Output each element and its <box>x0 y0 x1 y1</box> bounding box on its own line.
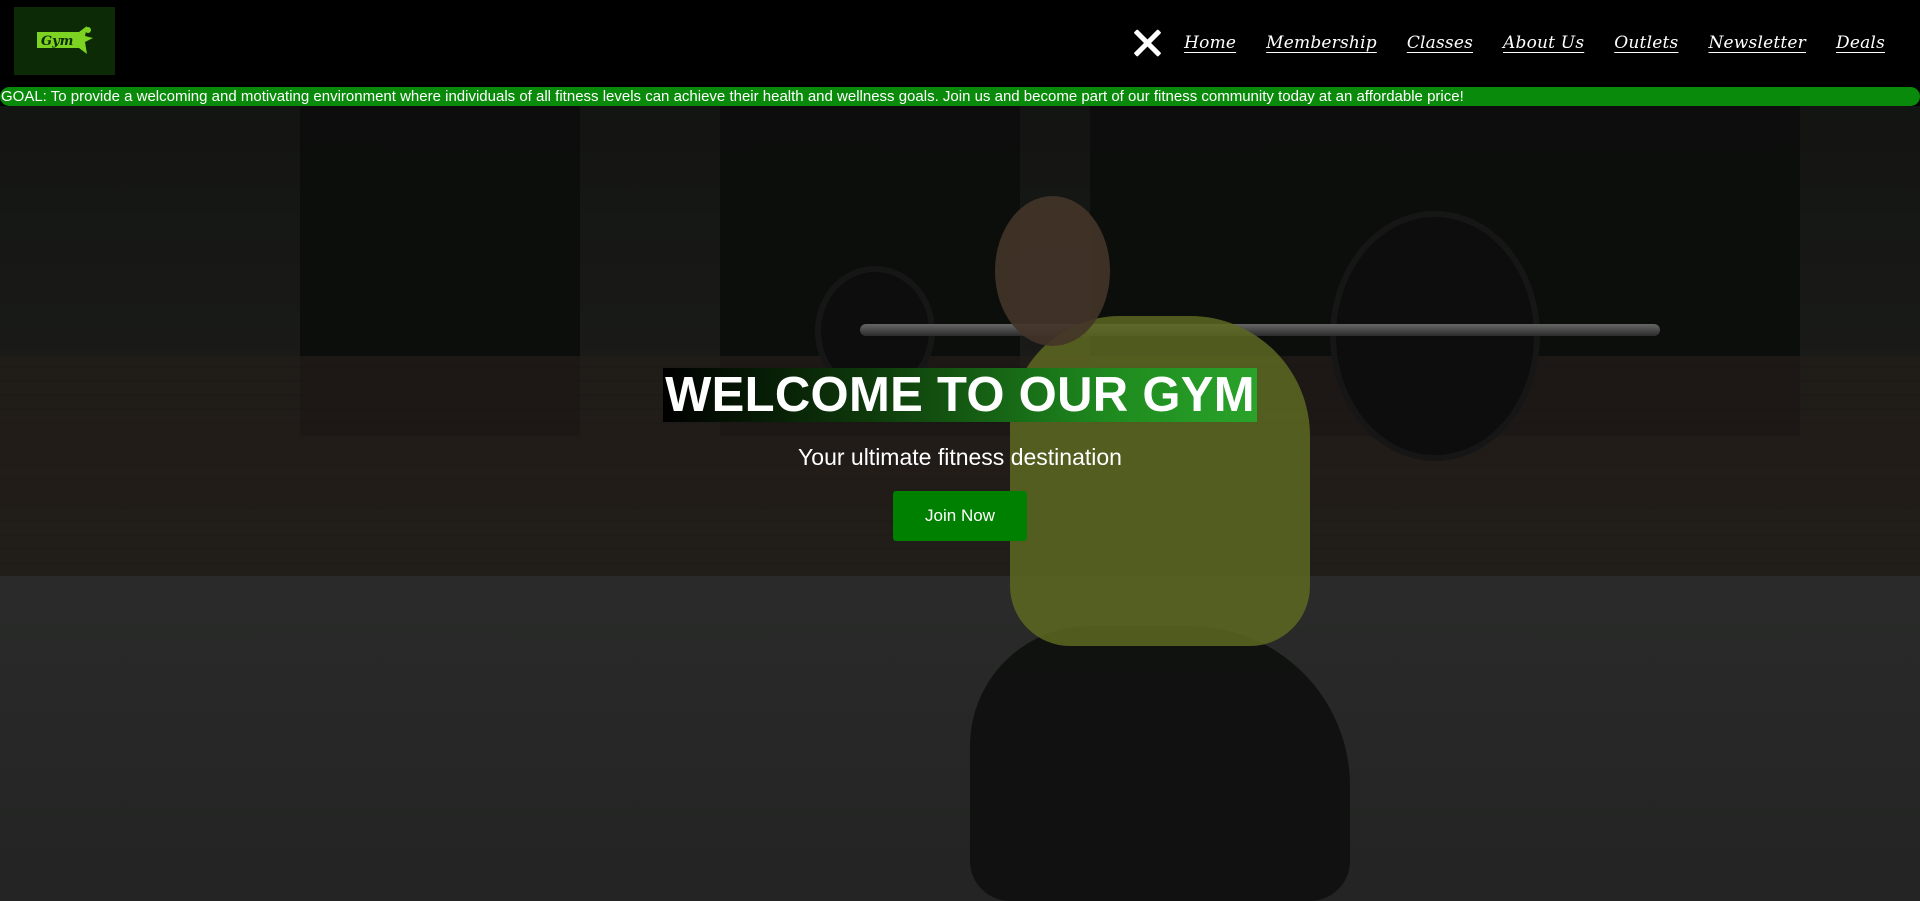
hero-section: WELCOME TO OUR GYM Your ultimate fitness… <box>0 106 1920 901</box>
nav-classes[interactable]: Classes <box>1407 33 1473 53</box>
main-nav: Home Membership Classes About Us Outlets… <box>1132 26 1885 60</box>
join-now-button[interactable]: Join Now <box>893 491 1027 541</box>
goal-ticker-text: GOAL: To provide a welcoming and motivat… <box>1 88 1464 105</box>
nav-newsletter[interactable]: Newsletter <box>1708 33 1806 53</box>
gym-logo-icon: Gym <box>36 26 93 54</box>
nav-outlets[interactable]: Outlets <box>1614 33 1678 53</box>
gym-logo[interactable]: Gym <box>14 7 115 75</box>
goal-ticker: GOAL: To provide a welcoming and motivat… <box>0 87 1920 106</box>
nav-membership[interactable]: Membership <box>1266 33 1377 53</box>
site-header: Gym Home Membership Classes About Us Out… <box>0 0 1920 85</box>
nav-about-us[interactable]: About Us <box>1503 33 1584 53</box>
close-icon[interactable] <box>1132 28 1162 58</box>
logo-text: Gym <box>41 34 73 49</box>
nav-home[interactable]: Home <box>1184 33 1236 53</box>
nav-deals[interactable]: Deals <box>1836 33 1885 53</box>
hero-title: WELCOME TO OUR GYM <box>663 368 1257 422</box>
hero-subtitle: Your ultimate fitness destination <box>798 444 1122 470</box>
hero-content: WELCOME TO OUR GYM Your ultimate fitness… <box>0 368 1920 541</box>
